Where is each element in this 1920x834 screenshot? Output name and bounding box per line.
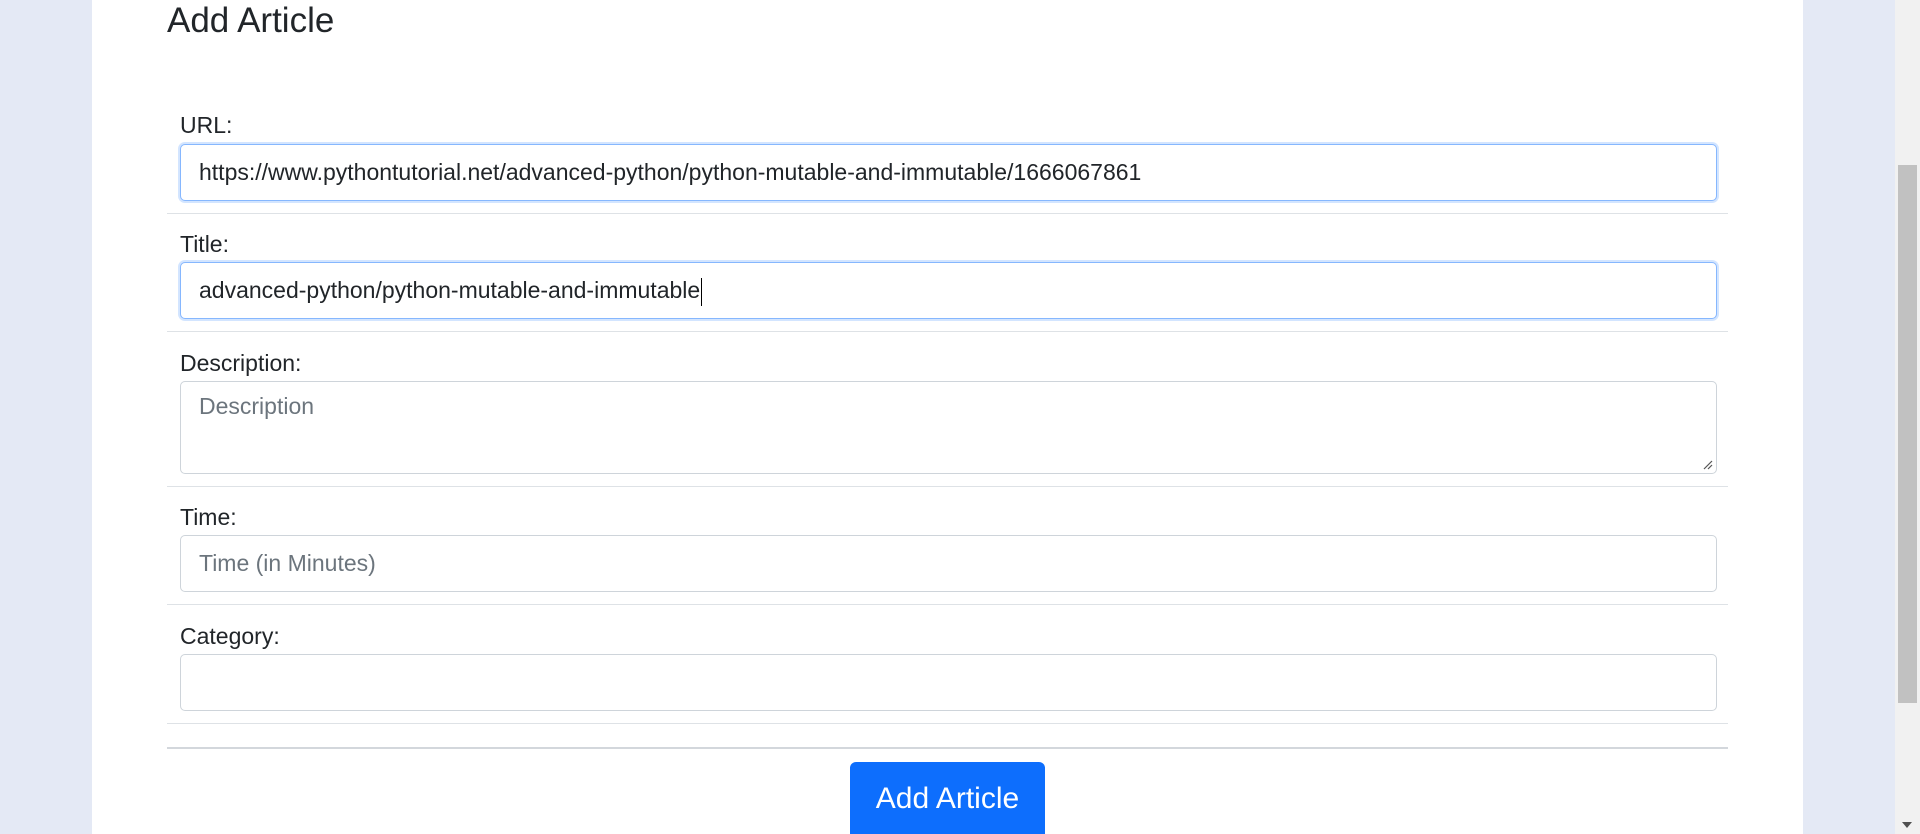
- form-footer-divider: [167, 747, 1728, 749]
- title-input-value: advanced-python/python-mutable-and-immut…: [199, 277, 701, 303]
- title-label: Title:: [180, 231, 229, 257]
- description-placeholder: Description: [199, 393, 315, 419]
- title-input[interactable]: advanced-python/python-mutable-and-immut…: [180, 262, 1717, 319]
- category-divider: [167, 723, 1728, 724]
- scrollbar-thumb[interactable]: [1898, 165, 1917, 703]
- url-label: URL:: [180, 112, 233, 138]
- description-divider: [167, 486, 1728, 487]
- description-label: Description:: [180, 350, 302, 376]
- time-divider: [167, 604, 1728, 605]
- time-label: Time:: [180, 504, 237, 530]
- add-article-button[interactable]: Add Article: [850, 762, 1045, 834]
- time-input[interactable]: Time (in Minutes): [180, 535, 1717, 592]
- page-scrollbar[interactable]: [1895, 0, 1920, 834]
- url-divider: [167, 213, 1728, 214]
- time-placeholder: Time (in Minutes): [199, 550, 376, 576]
- title-divider: [167, 331, 1728, 332]
- add-article-card: Add Article URL: https://www.pythontutor…: [92, 0, 1803, 834]
- category-input[interactable]: [180, 654, 1717, 711]
- url-input-value: https://www.pythontutorial.net/advanced-…: [199, 159, 1142, 185]
- text-caret: [701, 277, 703, 306]
- description-textarea[interactable]: Description: [180, 381, 1717, 474]
- category-label: Category:: [180, 623, 280, 649]
- page-title: Add Article: [167, 1, 335, 40]
- resize-grip-icon[interactable]: [1701, 458, 1713, 470]
- url-input[interactable]: https://www.pythontutorial.net/advanced-…: [180, 144, 1717, 201]
- scroll-down-arrow-icon[interactable]: [1902, 822, 1912, 828]
